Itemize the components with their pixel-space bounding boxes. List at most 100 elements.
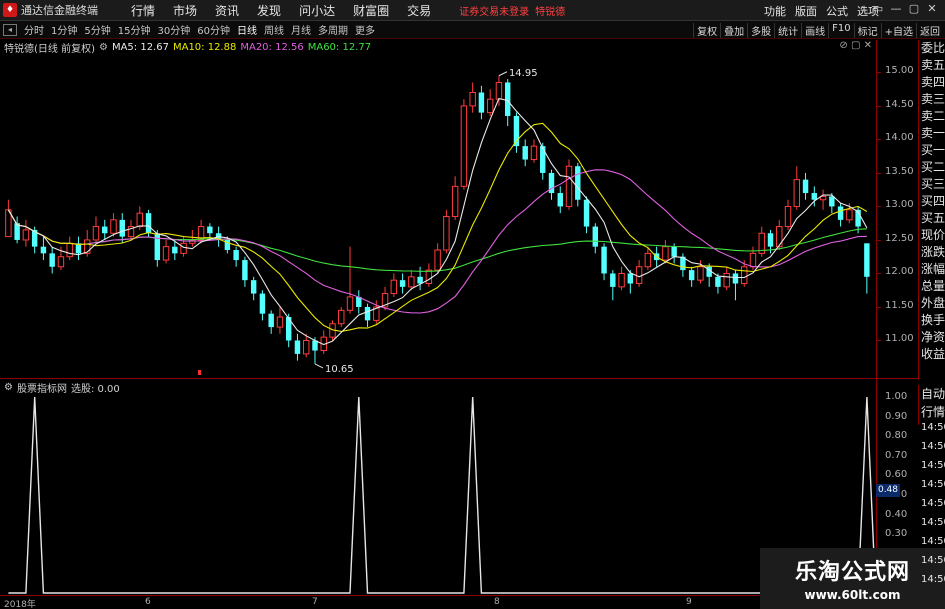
f10-button[interactable]: F10 [828,23,853,38]
ma60-value: MA60: 12.77 [307,42,372,53]
menu-item-trade[interactable]: 交易 [407,2,431,19]
overlay-button[interactable]: 叠加 [720,23,747,38]
candle [793,166,800,210]
minimize-icon[interactable]: — [887,2,905,15]
svg-text:10.65: 10.65 [325,364,354,375]
candle [127,219,135,240]
price-tick [877,172,881,174]
menu-item-ask[interactable]: 问小达 [299,2,335,19]
period-tab-30min[interactable]: 30分钟 [157,22,190,37]
period-tab-60min[interactable]: 60分钟 [197,22,230,37]
candle [259,290,266,321]
order-book-label: 总量 [921,279,945,293]
order-book-label: 现价 [921,228,945,242]
indicator-info-bar: ⚙ 股票指标网 选股: 0.00 [0,380,876,395]
menu-item-function[interactable]: 功能 [764,3,786,19]
back-icon[interactable]: ◂ [3,23,17,36]
indicator-gear-icon[interactable]: ⚙ [4,382,13,393]
candle [723,266,730,291]
candle [338,306,345,328]
ma-info-bar: 特锐德(日线 前复权) ⚙ MA5: 12.67 MA10: 12.88 MA2… [0,40,876,55]
candle [346,246,354,314]
chart-tools-icon[interactable]: ⊘ ▢ ✕ [839,40,872,51]
price-tick-label: 13.00 [885,199,914,211]
event-marker [198,370,201,375]
candle [486,89,494,116]
candle [233,246,239,267]
date-tick-label: 8 [494,597,500,607]
candlestick-chart[interactable]: 14.95 10.65 [0,55,876,378]
period-tab-weekly[interactable]: 周线 [264,22,284,37]
candle [49,246,55,274]
order-book-label: 委比 [921,41,945,55]
menu-item-news[interactable]: 资讯 [215,2,239,19]
candle [451,176,459,220]
menu-item-market[interactable]: 市场 [173,2,197,19]
watermark-url: www.60lt.com [804,588,901,602]
period-tab-5min[interactable]: 5分钟 [84,22,110,37]
tick-time: 14:50 [921,441,945,452]
draw-line-button[interactable]: 画线 [801,23,828,38]
indicator-cursor-value: 0.48 [876,484,900,497]
auto-tab[interactable]: 自动 [919,385,945,403]
gear-icon[interactable]: ⚙ [99,42,108,53]
menu-item-discover[interactable]: 发现 [257,2,281,19]
indicator-chart[interactable] [0,395,876,595]
maximize-icon[interactable]: ▢ [905,2,923,15]
multi-stock-button[interactable]: 多股 [747,23,774,38]
candle [601,243,607,281]
indicator-tick-label: 0.80 [885,430,908,442]
candle [443,209,450,254]
tick-time: 14:50 [921,574,945,585]
ma20-line [7,169,867,314]
menu-item-formula[interactable]: 公式 [826,3,848,19]
candle [22,219,30,247]
return-button[interactable]: 返回 [916,23,943,38]
candle [92,216,100,244]
price-tick-label: 14.50 [885,98,914,110]
pane-divider[interactable] [0,378,918,379]
price-tick [877,239,881,241]
add-watchlist-button[interactable]: +自选 [880,23,916,38]
date-tick-label: 7 [312,597,318,607]
svg-text:14.95: 14.95 [509,68,538,79]
candle [688,266,695,287]
title-bar: ♦ 通达信金融终端 行情 市场 资讯 发现 问小达 财富圈 交易 证券交易未登录… [0,0,945,21]
date-tick-label: 9 [686,597,692,607]
order-book-label: 买二 [921,160,945,174]
adjust-button[interactable]: 复权 [693,23,720,38]
auto-quote-panel: 自动 行情 [918,385,945,425]
period-tab-15min[interactable]: 15分钟 [118,22,151,37]
restore-icon[interactable]: ▭ [869,2,887,15]
indicator-tick-label: 0.30 [885,528,908,540]
candle [268,310,274,334]
candle [784,199,792,230]
period-tab-daily[interactable]: 日线 [237,22,257,37]
period-tab-monthly[interactable]: 月线 [291,22,311,37]
period-tab-more[interactable]: 更多 [355,22,375,37]
menu-item-quotes[interactable]: 行情 [131,2,155,19]
candle [242,256,248,287]
period-tab-1min[interactable]: 1分钟 [51,22,77,37]
price-tick-label: 13.50 [885,165,914,177]
menu-item-layout[interactable]: 版面 [795,3,817,19]
mark-button[interactable]: 标记 [853,23,881,38]
period-tab-multi[interactable]: 多周期 [318,22,348,37]
order-book-label: 净资 [921,330,945,344]
login-notice[interactable]: 证券交易未登录 [459,3,529,18]
signal-line [8,396,876,594]
tick-time: 14:50 [921,498,945,509]
menu-item-wealth[interactable]: 财富圈 [353,2,389,19]
candle [635,260,643,287]
stats-button[interactable]: 统计 [774,23,801,38]
order-book-label: 卖五 [921,58,945,72]
candle [706,263,712,287]
right-menu: 功能 版面 公式 选项 [755,3,879,19]
close-icon[interactable]: ✕ [923,2,941,15]
period-tab-intraday[interactable]: 分时 [24,22,44,37]
price-tick [877,340,881,342]
quote-tab[interactable]: 行情 [919,403,945,421]
tick-time: 14:50 [921,479,945,490]
order-book-label: 外盘 [921,296,945,310]
candle [5,199,12,238]
